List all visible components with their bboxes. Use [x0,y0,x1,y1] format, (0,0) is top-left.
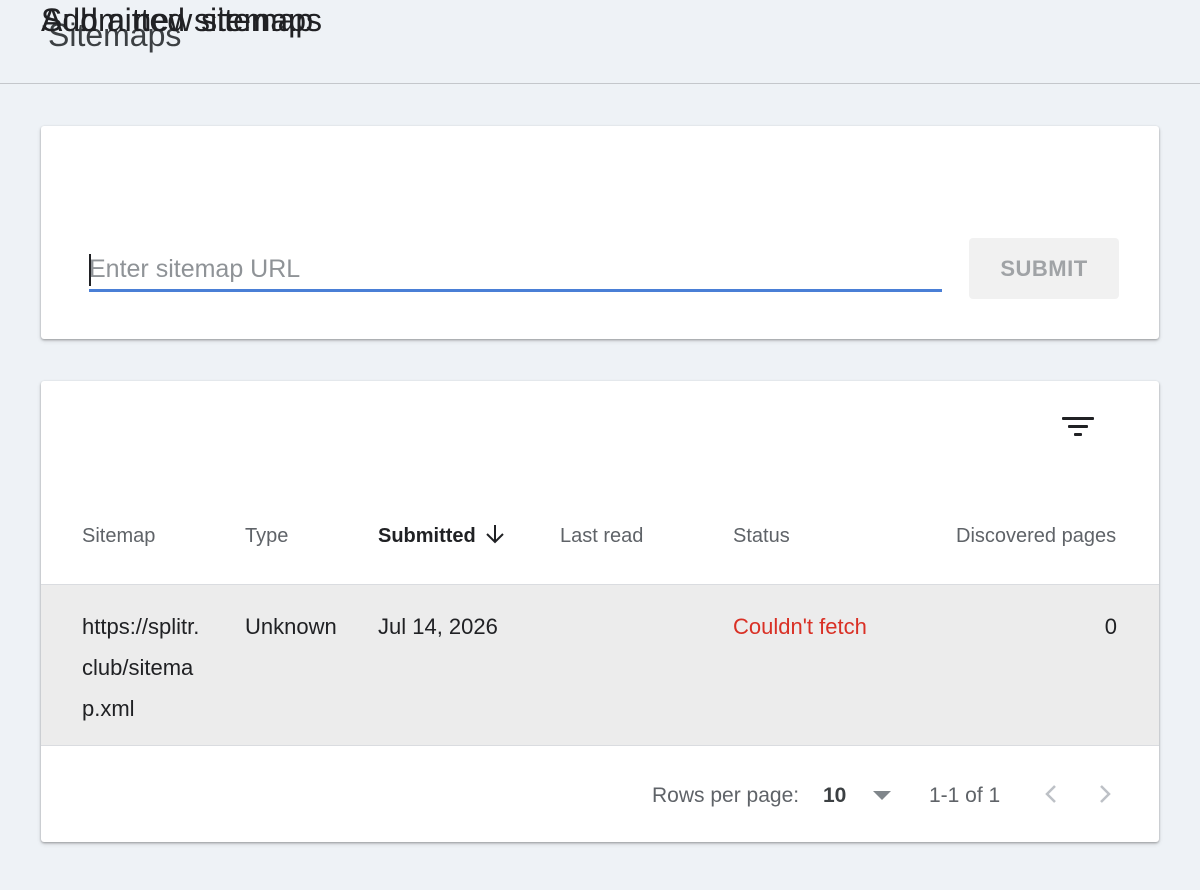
arrow-down-icon[interactable] [484,522,506,546]
filter-icon[interactable] [1060,414,1096,444]
column-header-submitted[interactable]: Submitted [378,523,476,549]
cell-status: Couldn't fetch [733,614,867,639]
submit-button[interactable]: SUBMIT [969,238,1119,299]
rows-per-page-select[interactable]: 10 [823,782,846,810]
chevron-left-icon[interactable] [1040,781,1062,807]
sitemap-url-input[interactable] [89,250,942,292]
pagination-range: 1-1 of 1 [929,784,1001,807]
dropdown-arrow-icon[interactable] [873,791,891,800]
table-row[interactable] [41,585,1159,746]
text-cursor [89,254,91,286]
chevron-right-icon[interactable] [1094,781,1116,807]
column-header-sitemap[interactable]: Sitemap [82,523,155,549]
column-header-last-read[interactable]: Last read [560,523,643,549]
add-sitemap-card [41,126,1159,339]
cell-submitted: Jul 14, 2026 [378,614,498,639]
column-header-status[interactable]: Status [733,523,790,549]
column-header-discovered-pages[interactable]: Discovered pages [956,523,1116,549]
cell-sitemap: https://splitr.club/sitemap.xml [82,614,200,721]
cell-discovered-pages: 0 [1104,614,1117,639]
submitted-sitemaps-title: Submitted sitemaps [41,2,323,38]
rows-per-page-label: Rows per page: [652,784,800,807]
cell-type: Unknown [245,614,337,639]
column-header-type[interactable]: Type [245,523,288,549]
